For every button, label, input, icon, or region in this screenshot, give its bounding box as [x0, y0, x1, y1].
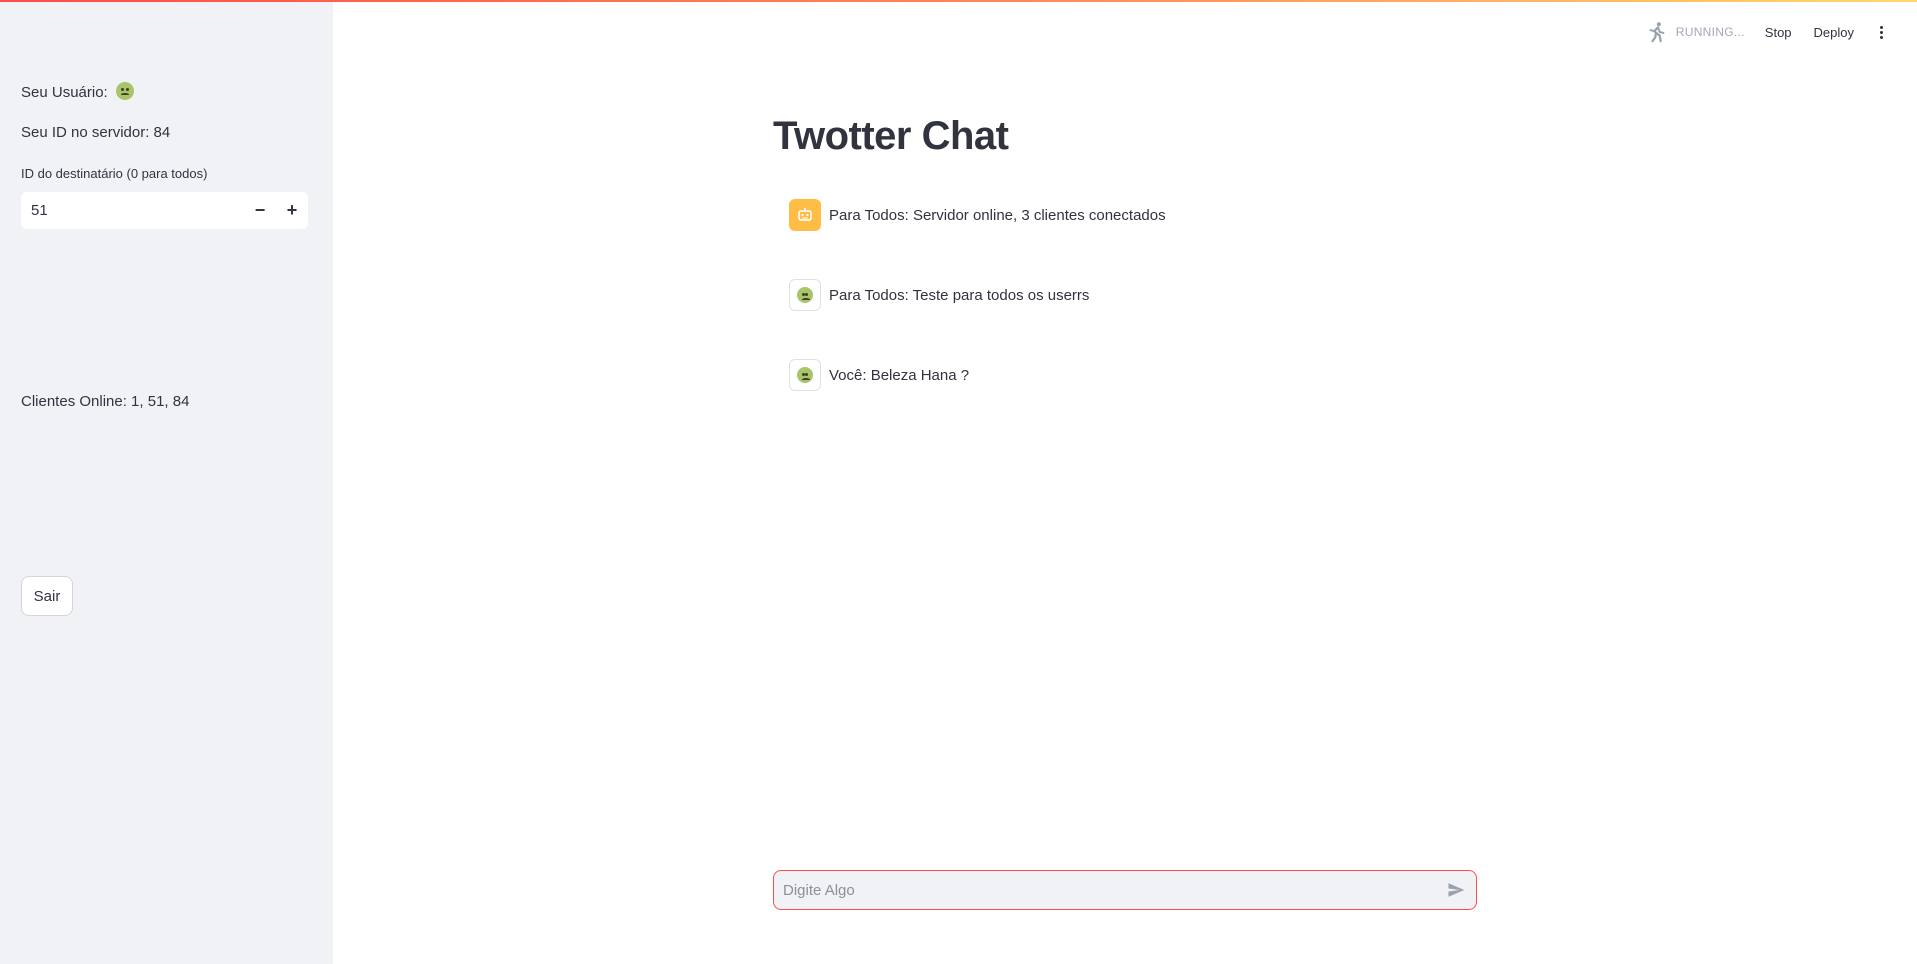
app-header: RUNNING... Stop Deploy	[1646, 20, 1887, 44]
chat-message: Você: Beleza Hana ?	[789, 359, 969, 391]
user-avatar	[789, 279, 821, 311]
server-id-text: Seu ID no servidor: 84	[21, 124, 171, 141]
exit-button[interactable]: Sair	[21, 576, 73, 616]
message-text: Para Todos: Teste para todos os userrs	[829, 286, 1090, 304]
chat-input[interactable]	[774, 871, 1436, 909]
chat-message: Para Todos: Servidor online, 3 clientes …	[789, 199, 1166, 231]
nauseated-face-icon	[797, 367, 813, 383]
recipient-number-input[interactable]: 51 − +	[21, 192, 308, 229]
user-avatar	[789, 359, 821, 391]
user-label-row: Seu Usuário:	[21, 82, 134, 101]
user-emoji-icon	[115, 82, 134, 100]
send-icon[interactable]	[1436, 871, 1476, 909]
recipient-value[interactable]: 51	[21, 202, 244, 219]
increment-button[interactable]: +	[276, 192, 308, 229]
nauseated-face-icon	[797, 287, 813, 303]
running-status: RUNNING...	[1675, 25, 1745, 39]
online-clients-text: Clientes Online: 1, 51, 84	[21, 393, 190, 410]
user-label: Seu Usuário:	[21, 84, 108, 101]
running-man-icon	[1649, 22, 1665, 43]
deploy-button[interactable]: Deploy	[1814, 25, 1854, 40]
chat-input-container	[773, 870, 1477, 910]
top-decoration-bar	[0, 0, 1917, 2]
main-menu-icon[interactable]	[1876, 24, 1887, 41]
recipient-label: ID do destinatário (0 para todos)	[21, 166, 208, 181]
page-title: Twotter Chat	[773, 114, 1009, 158]
message-text: Você: Beleza Hana ?	[829, 366, 970, 384]
decrement-button[interactable]: −	[244, 192, 276, 229]
robot-icon	[789, 199, 821, 231]
message-text: Para Todos: Servidor online, 3 clientes …	[829, 206, 1166, 224]
sidebar: Seu Usuário: Seu ID no servidor: 84 ID d…	[0, 0, 333, 964]
stop-button[interactable]: Stop	[1765, 25, 1792, 40]
chat-message: Para Todos: Teste para todos os userrs	[789, 279, 1089, 311]
